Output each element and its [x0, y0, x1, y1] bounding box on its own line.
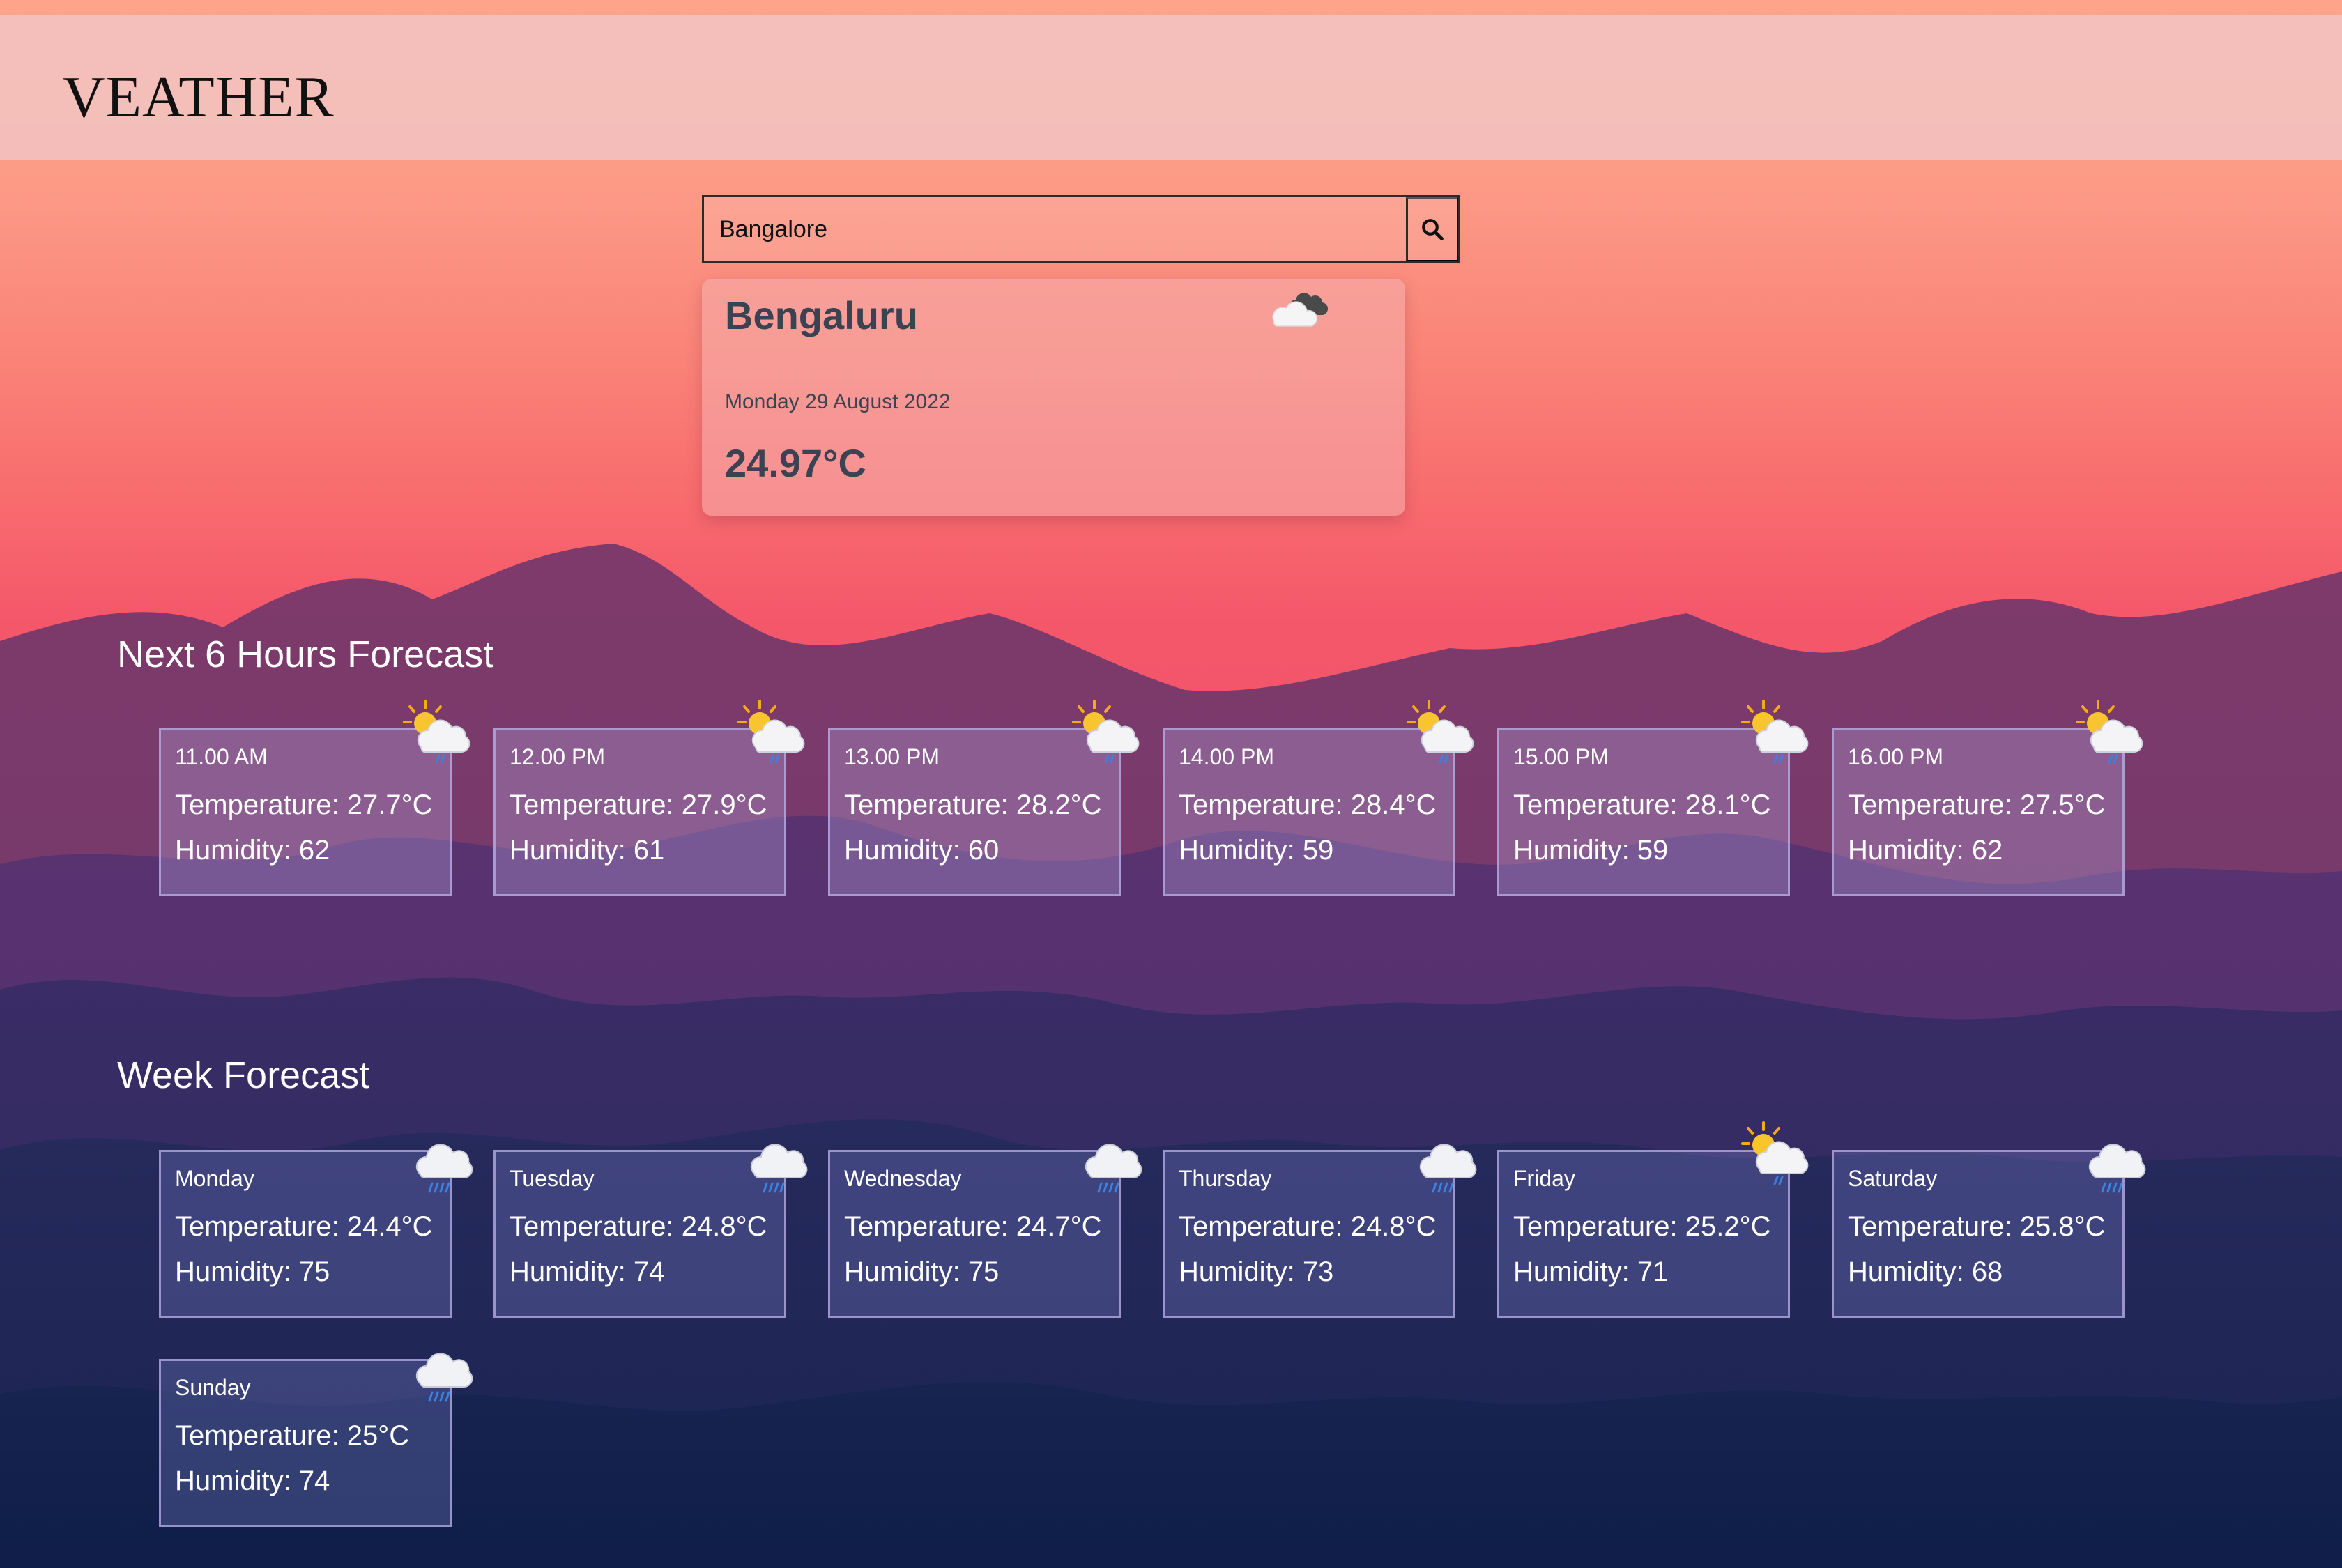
hour-humidity: Humidity: 60 [844, 835, 1000, 866]
hour-temperature: Temperature: 28.2°C [844, 790, 1102, 820]
sun-cloud-rain-icon [2076, 700, 2144, 764]
hour-label: 13.00 PM [844, 744, 940, 769]
day-temperature: Temperature: 24.8°C [510, 1211, 767, 1242]
day-humidity: Humidity: 68 [1848, 1256, 2003, 1287]
hour-label: 11.00 AM [175, 744, 268, 769]
day-temperature: Temperature: 25°C [175, 1420, 410, 1451]
search-input[interactable] [704, 197, 1406, 261]
rain-cloud-icon [415, 1352, 473, 1402]
day-label: Saturday [1848, 1166, 1938, 1191]
current-date: Monday 29 August 2022 [725, 390, 951, 413]
search-icon [1422, 219, 1444, 240]
rain-cloud-icon [1085, 1143, 1142, 1193]
week-forecast-title: Week Forecast [117, 1054, 370, 1096]
day-humidity: Humidity: 73 [1179, 1256, 1334, 1287]
day-label: Wednesday [844, 1166, 962, 1191]
day-label: Monday [175, 1166, 254, 1191]
day-label: Sunday [175, 1375, 251, 1400]
app-title: VEATHER [63, 65, 335, 130]
sun-cloud-rain-icon [1741, 700, 1809, 764]
hour-temperature: Temperature: 27.9°C [510, 790, 767, 820]
hour-humidity: Humidity: 62 [175, 835, 330, 866]
search-button[interactable] [1406, 197, 1458, 261]
current-temperature: 24.97°C [725, 441, 866, 485]
day-temperature: Temperature: 24.4°C [175, 1211, 433, 1242]
hour-label: 14.00 PM [1179, 744, 1274, 769]
hour-temperature: Temperature: 28.4°C [1179, 790, 1437, 820]
current-weather-card: Bengaluru Monday 29 August 2022 24.97°C [702, 279, 1405, 516]
cloud-icon [1272, 293, 1329, 327]
day-temperature: Temperature: 24.7°C [844, 1211, 1102, 1242]
rain-cloud-icon [750, 1143, 808, 1193]
rain-cloud-icon [1419, 1143, 1477, 1193]
hour-humidity: Humidity: 61 [510, 835, 665, 866]
day-label: Tuesday [510, 1166, 595, 1191]
hour-humidity: Humidity: 59 [1513, 835, 1669, 866]
day-humidity: Humidity: 71 [1513, 1256, 1669, 1287]
day-humidity: Humidity: 74 [175, 1466, 330, 1496]
day-humidity: Humidity: 74 [510, 1256, 665, 1287]
day-label: Thursday [1179, 1166, 1272, 1191]
app-header: VEATHER [0, 15, 2342, 160]
sun-cloud-rain-icon [737, 700, 806, 764]
sun-cloud-rain-icon [1741, 1121, 1809, 1185]
hour-temperature: Temperature: 27.5°C [1848, 790, 2106, 820]
sun-cloud-rain-icon [1407, 700, 1475, 764]
sun-cloud-rain-icon [403, 700, 471, 764]
day-label: Friday [1513, 1166, 1575, 1191]
hour-label: 16.00 PM [1848, 744, 1943, 769]
hour-humidity: Humidity: 59 [1179, 835, 1334, 866]
hour-label: 15.00 PM [1513, 744, 1609, 769]
hour-humidity: Humidity: 62 [1848, 835, 2003, 866]
day-humidity: Humidity: 75 [175, 1256, 330, 1287]
day-temperature: Temperature: 25.8°C [1848, 1211, 2106, 1242]
rain-cloud-icon [415, 1143, 473, 1193]
day-temperature: Temperature: 24.8°C [1179, 1211, 1437, 1242]
current-city: Bengaluru [725, 293, 918, 337]
day-temperature: Temperature: 25.2°C [1513, 1211, 1771, 1242]
rain-cloud-icon [2088, 1143, 2146, 1193]
sun-cloud-rain-icon [1072, 700, 1140, 764]
day-humidity: Humidity: 75 [844, 1256, 1000, 1287]
search-bar [702, 195, 1460, 263]
hour-label: 12.00 PM [510, 744, 605, 769]
hour-temperature: Temperature: 27.7°C [175, 790, 433, 820]
hourly-forecast-title: Next 6 Hours Forecast [117, 633, 494, 675]
hour-temperature: Temperature: 28.1°C [1513, 790, 1771, 820]
